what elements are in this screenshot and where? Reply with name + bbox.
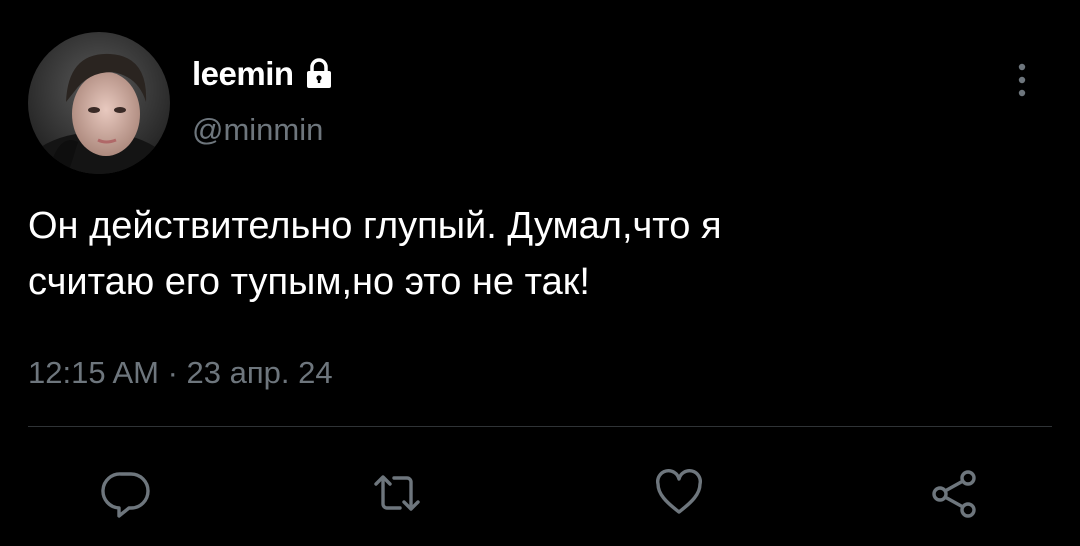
more-options-button[interactable] [1004, 58, 1040, 102]
user-name-row: leemin [192, 50, 334, 96]
tweet-timestamp[interactable]: 12:15 AM · 23 апр. 24 [28, 354, 333, 391]
retweet-icon [374, 475, 420, 511]
reply-icon [101, 472, 150, 518]
display-name[interactable]: leemin [192, 57, 294, 90]
avatar-photo [28, 32, 170, 174]
avatar[interactable] [28, 32, 170, 174]
heart-icon [656, 469, 702, 514]
lock-icon [304, 58, 334, 90]
user-handle[interactable]: @minmin [192, 114, 323, 145]
share-button[interactable] [928, 466, 982, 520]
more-vertical-icon [1018, 63, 1026, 97]
share-icon [932, 470, 976, 518]
divider [28, 426, 1052, 427]
reply-button[interactable] [99, 466, 153, 520]
retweet-button[interactable] [370, 466, 424, 520]
tweet-text-line: Он действительно глупый. Думал,что я [28, 205, 722, 247]
tweet-text-line: считаю его тупым,но это не так! [28, 261, 590, 303]
tweet-text: Он действительно глупый. Думал,что я счи… [28, 198, 1038, 310]
like-button[interactable] [652, 466, 706, 520]
